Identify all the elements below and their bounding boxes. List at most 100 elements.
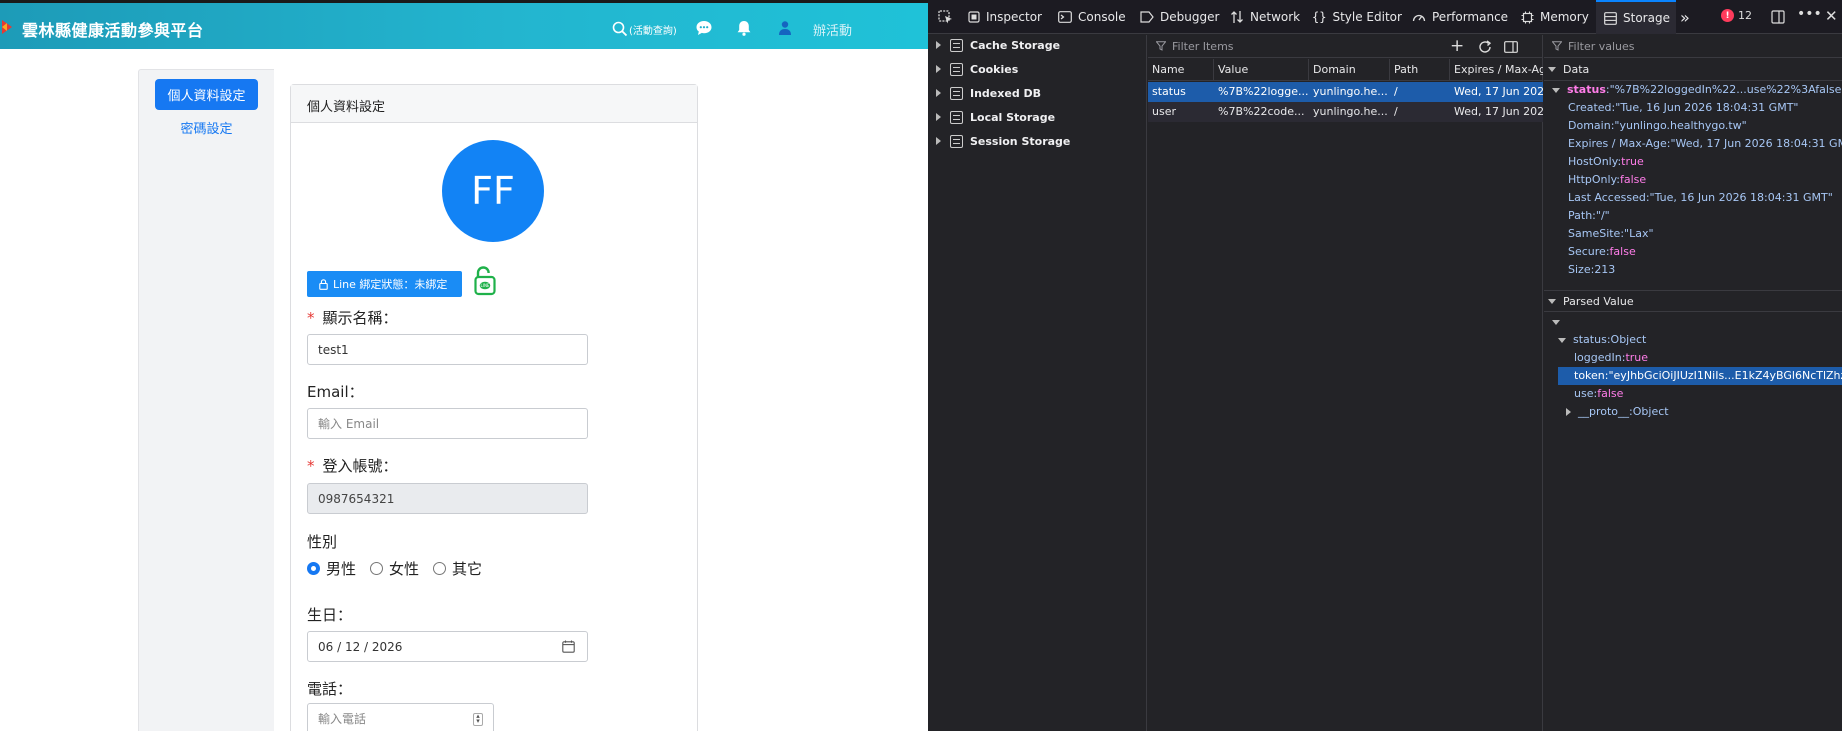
col-value[interactable]: Value [1214,59,1309,81]
radio-female[interactable] [370,562,384,575]
email-input[interactable]: 輸入 Email [307,408,588,439]
gender-label: 性別 [307,533,338,551]
parsed-loggedin-row[interactable]: loggedIn:true [1574,349,1648,367]
radio-male[interactable] [307,562,320,575]
phone-input[interactable]: 輸入電話 ▴ ▾ [307,703,494,731]
parsed-token-row[interactable]: token:"eyJhbGciOiJIUzI1NiIs...E1kZ4yBGl6… [1558,367,1842,385]
top-navbar: 雲林縣健康活動參與平台 (活動查詢) 辦活動 [0,0,928,49]
data-item-row[interactable]: Secure:false [1568,243,1636,261]
data-item-row[interactable]: Expires / Max-Age:"Wed, 17 Jun 2026 18:0… [1568,135,1842,153]
parsed-use-row[interactable]: use:false [1574,385,1623,403]
col-name[interactable]: Name [1148,59,1214,81]
inspector-icon [968,11,980,23]
tab-inspector[interactable]: Inspector [968,0,1042,34]
gender-option-other[interactable]: 其它 [433,558,482,579]
element-picker-icon[interactable] [938,10,953,25]
data-item-row[interactable]: Created:"Tue, 16 Jun 2026 18:04:31 GMT" [1568,99,1798,117]
filter-icon [1156,41,1166,51]
parsed-status-row[interactable]: status:Object [1558,331,1646,349]
data-section-header[interactable]: Data [1544,59,1842,81]
card-title: 個人資料設定 [307,100,386,115]
console-icon [1058,11,1072,23]
gender-option-male[interactable]: 男性 [307,558,356,579]
account-label: * 登入帳號： [307,457,398,475]
parsed-root-row[interactable] [1552,313,1567,331]
gender-option-female[interactable]: 女性 [370,558,419,579]
tree-item-local-storage[interactable]: Local Storage [936,107,1055,127]
more-tabs-icon[interactable]: » [1680,0,1690,34]
data-item-row[interactable]: Path:"/" [1568,207,1610,225]
data-item-row[interactable]: Size:213 [1568,261,1615,279]
tree-item-indexed-db[interactable]: Indexed DB [936,83,1041,103]
table-row[interactable]: user %7B%22code... yunlingo.he... / Wed,… [1148,102,1543,122]
number-spinner-icon[interactable]: ▴ ▾ [473,713,483,726]
braces-icon: {} [1312,10,1327,24]
storage-db-icon [950,110,963,124]
tab-debugger[interactable]: Debugger [1140,0,1219,34]
table-header: Name Value Domain Path Expires / Max-Age [1148,59,1543,81]
tree-item-cookies[interactable]: Cookies [936,59,1018,79]
brand-title[interactable]: 雲林縣健康活動參與平台 [22,17,204,41]
debugger-icon [1140,11,1154,23]
cookie-table-pane: Filter Items + Name Value Domain Path Ex… [1148,35,1543,731]
network-icon [1231,11,1243,23]
line-binding-label: Line 綁定狀態：未綁定 [333,278,448,291]
sidebar-item-password[interactable]: 密碼設定 [155,118,258,137]
tab-style-editor[interactable]: {} Style Editor [1312,0,1402,34]
data-item-row[interactable]: Last Accessed:"Tue, 16 Jun 2026 18:04:31… [1568,189,1833,207]
svg-text:LINE: LINE [481,283,490,288]
birthday-input[interactable]: 06 / 12 / 2026 [307,631,588,662]
tab-console[interactable]: Console [1058,0,1126,34]
display-name-label: * 顯示名稱： [307,309,398,327]
parsed-section-header[interactable]: Parsed Value [1544,290,1842,312]
user-icon[interactable] [778,20,792,36]
gauge-icon [1412,14,1426,22]
col-domain[interactable]: Domain [1309,59,1390,81]
parsed-proto-row[interactable]: __proto__:Object [1566,403,1669,421]
kebab-menu-icon[interactable]: ••• [1797,6,1822,22]
tree-item-cache-storage[interactable]: Cache Storage [936,35,1060,55]
dock-icon[interactable] [1771,10,1785,24]
table-row[interactable]: status %7B%22logge... yunlingo.he... / W… [1148,82,1543,102]
birthday-label: 生日： [307,606,353,624]
calendar-icon[interactable] [562,640,575,653]
col-expires[interactable]: Expires / Max-Age [1450,59,1543,81]
tab-memory[interactable]: Memory [1521,0,1589,34]
tab-network[interactable]: Network [1230,0,1300,34]
activity-search-label: (活動查詢) [629,25,677,37]
error-icon: ! [1721,9,1734,22]
tab-performance[interactable]: Performance [1412,0,1508,34]
error-badge[interactable]: ! 12 [1721,9,1752,22]
storage-db-icon [950,62,963,76]
sidebar-item-profile[interactable]: 個人資料設定 [155,79,258,110]
web-page: 雲林縣健康活動參與平台 (活動查詢) 辦活動 個人資料設定 密碼設定 個人資料設… [0,0,928,731]
brand-logo-icon [2,20,12,34]
filter-values-input[interactable]: Filter values [1544,35,1842,58]
memory-icon [1521,11,1534,23]
activity-search-link[interactable]: (活動查詢) [612,19,677,39]
data-root-row[interactable]: status:"%7B%22loggedIn%22...use%22%3Afal… [1552,81,1842,99]
lock-icon [319,278,328,290]
display-name-input[interactable]: test1 [307,334,588,365]
search-icon [612,21,628,37]
storage-tree: Cache Storage Cookies Indexed DB Local S… [928,35,1147,731]
tree-item-session-storage[interactable]: Session Storage [936,131,1070,151]
host-activity-link[interactable]: 辦活動 [813,20,852,39]
chat-icon[interactable] [695,19,713,37]
line-binding-button[interactable]: Line 綁定狀態：未綁定 [307,271,462,297]
data-item-row[interactable]: HttpOnly:false [1568,171,1646,189]
radio-other[interactable] [433,562,447,575]
tab-storage[interactable]: Storage [1596,0,1676,34]
data-item-row[interactable]: Domain:"yunlingo.healthygo.tw" [1568,117,1747,135]
refresh-icon[interactable] [1478,40,1492,54]
col-path[interactable]: Path [1390,59,1450,81]
birthday-value: 06 / 12 / 2026 [318,639,403,654]
sidebar-toggle-icon[interactable] [1504,41,1518,53]
bell-icon[interactable] [735,19,753,37]
storage-db-icon [950,38,963,52]
add-item-icon[interactable]: + [1450,37,1464,55]
data-item-row[interactable]: HostOnly:true [1568,153,1644,171]
close-icon[interactable]: ✕ [1825,7,1838,25]
storage-db-icon [950,86,963,100]
data-item-row[interactable]: SameSite:"Lax" [1568,225,1654,243]
